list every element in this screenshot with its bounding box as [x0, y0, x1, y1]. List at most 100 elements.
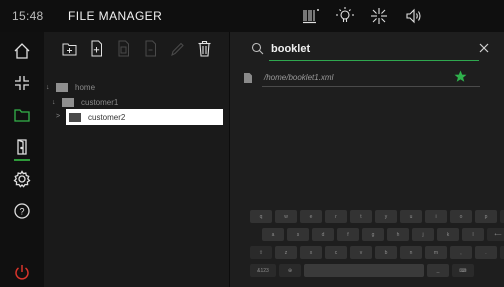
- sidebar-item-help[interactable]: ?: [0, 196, 44, 226]
- symbols-key[interactable]: &123: [250, 264, 276, 277]
- backspace-key[interactable]: ⌫: [500, 210, 504, 223]
- search-panel: /home/booklet1.xml q w e r t y u i o p ⌫…: [230, 32, 504, 287]
- result-path: /home/booklet1.xml: [264, 73, 334, 82]
- folder-icon: [56, 82, 68, 92]
- tree-item-customer2[interactable]: customer2: [66, 109, 223, 125]
- key-l[interactable]: l: [462, 228, 484, 241]
- help-icon: ?: [14, 203, 30, 219]
- key-t[interactable]: t: [350, 210, 372, 223]
- speaker-icon[interactable]: [402, 5, 424, 27]
- key-a[interactable]: a: [262, 228, 284, 241]
- file-toolbar: [62, 39, 212, 57]
- file-icon: [244, 73, 252, 83]
- copy-icon: [118, 40, 129, 56]
- folder-icon: [62, 97, 74, 107]
- key-v[interactable]: v: [350, 246, 372, 259]
- key-u[interactable]: u: [400, 210, 422, 223]
- result-underline: [262, 86, 480, 87]
- new-folder-icon: [62, 43, 77, 55]
- key-b[interactable]: b: [375, 246, 397, 259]
- tree-item-customer1[interactable]: ↓ customer1: [52, 94, 222, 110]
- key-x[interactable]: x: [300, 246, 322, 259]
- expand-arrow-icon[interactable]: ↓: [46, 84, 56, 91]
- new-file-button[interactable]: [89, 40, 104, 57]
- search-underline: [269, 60, 479, 61]
- key-c[interactable]: c: [325, 246, 347, 259]
- key-underscore[interactable]: _: [427, 264, 449, 277]
- key-comma[interactable]: ,: [450, 246, 472, 259]
- search-result[interactable]: /home/booklet1.xml: [244, 70, 486, 88]
- space-key[interactable]: [304, 264, 424, 277]
- delete-icon: [198, 40, 211, 57]
- expand-arrow-icon[interactable]: >: [56, 109, 66, 123]
- key-s[interactable]: s: [287, 228, 309, 241]
- key-m[interactable]: m: [425, 246, 447, 259]
- rename-button[interactable]: [170, 40, 185, 57]
- key-w[interactable]: w: [275, 210, 297, 223]
- close-icon[interactable]: [477, 41, 491, 55]
- copy-button[interactable]: [116, 40, 131, 57]
- star-icon[interactable]: [454, 70, 467, 83]
- folder-icon: [14, 109, 30, 122]
- clock: 15:48: [12, 9, 44, 23]
- sidebar-item-power[interactable]: [0, 257, 44, 287]
- expand-arrow-icon[interactable]: ↓: [52, 99, 62, 106]
- delete-button[interactable]: [197, 40, 212, 57]
- tree-item-home[interactable]: ↓ home: [46, 79, 216, 95]
- folder-icon: [69, 112, 81, 122]
- shift-key-right[interactable]: ⇧: [500, 246, 504, 259]
- door-icon: [17, 139, 27, 155]
- key-k[interactable]: k: [437, 228, 459, 241]
- key-h[interactable]: h: [387, 228, 409, 241]
- search-box: [245, 38, 489, 61]
- paste-icon: [145, 40, 156, 56]
- active-indicator: [14, 159, 30, 161]
- key-period[interactable]: .: [475, 246, 497, 259]
- top-bar: 15:48 FILE MANAGER: [0, 0, 504, 32]
- lightbulb-icon[interactable]: [334, 5, 356, 27]
- sidebar: ?: [0, 32, 44, 287]
- status-icons: [300, 5, 424, 27]
- new-file-icon: [91, 40, 102, 56]
- hide-keyboard-key[interactable]: ⌨: [452, 264, 474, 277]
- enter-key[interactable]: ⟵: [487, 228, 504, 241]
- key-i[interactable]: i: [425, 210, 447, 223]
- expand-icon: [15, 76, 29, 90]
- key-q[interactable]: q: [250, 210, 272, 223]
- svg-text:?: ?: [19, 207, 24, 217]
- language-key[interactable]: ⊕: [279, 264, 301, 277]
- sidebar-item-settings[interactable]: [0, 164, 44, 194]
- paste-button[interactable]: [143, 40, 158, 57]
- keyboard-row-1: q w e r t y u i o p ⌫: [250, 210, 504, 223]
- keyboard-row-4: &123 ⊕ _ ⌨: [250, 264, 474, 277]
- brightness-icon[interactable]: [368, 5, 390, 27]
- power-icon: [15, 265, 29, 280]
- key-n[interactable]: n: [400, 246, 422, 259]
- search-icon: [251, 42, 264, 55]
- new-folder-button[interactable]: [62, 40, 77, 57]
- tree-item-label: customer1: [81, 97, 119, 107]
- search-input[interactable]: [271, 41, 451, 57]
- home-icon: [14, 43, 30, 59]
- key-g[interactable]: g: [362, 228, 384, 241]
- key-e[interactable]: e: [300, 210, 322, 223]
- key-r[interactable]: r: [325, 210, 347, 223]
- page-title: FILE MANAGER: [68, 9, 163, 23]
- sidebar-item-home[interactable]: [0, 36, 44, 66]
- key-j[interactable]: j: [412, 228, 434, 241]
- key-d[interactable]: d: [312, 228, 334, 241]
- sidebar-item-fullscreen[interactable]: [0, 68, 44, 98]
- sidebar-item-door[interactable]: [0, 132, 44, 162]
- sidebar-item-file-manager[interactable]: [0, 100, 44, 130]
- rename-icon: [171, 42, 184, 56]
- key-y[interactable]: y: [375, 210, 397, 223]
- key-z[interactable]: z: [275, 246, 297, 259]
- shift-key-left[interactable]: ⇧: [250, 246, 272, 259]
- key-o[interactable]: o: [450, 210, 472, 223]
- key-p[interactable]: p: [475, 210, 497, 223]
- barcode-icon[interactable]: [300, 5, 322, 27]
- key-f[interactable]: f: [337, 228, 359, 241]
- keyboard-row-3: ⇧ z x c v b n m , . ⇧: [250, 246, 504, 259]
- gear-icon: [13, 170, 31, 188]
- keyboard-row-2: a s d f g h j k l ⟵: [262, 228, 504, 241]
